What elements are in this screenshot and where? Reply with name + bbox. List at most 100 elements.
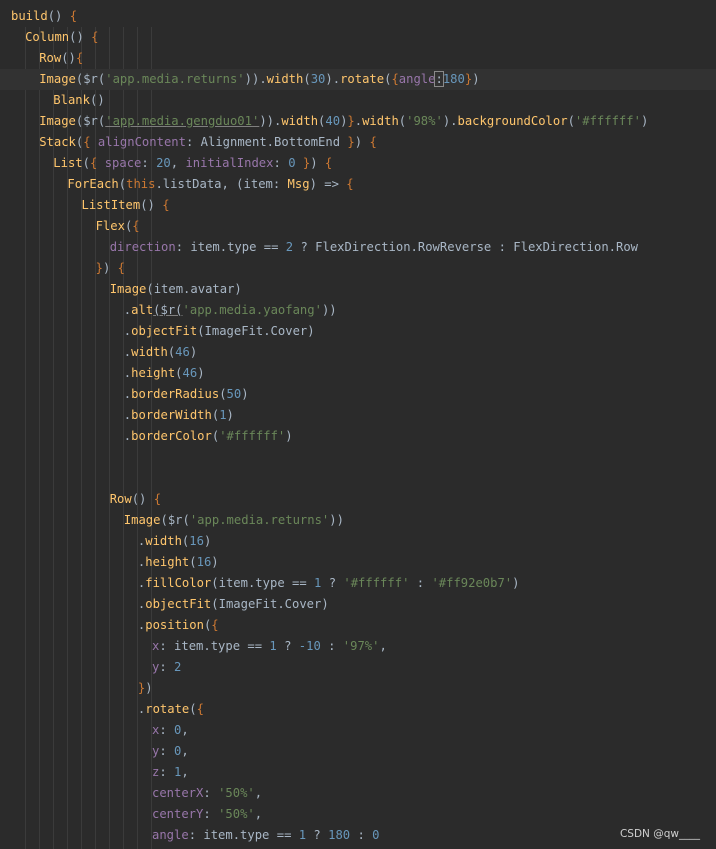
code-line: .position({ — [0, 615, 716, 636]
code-token: Blank — [53, 93, 90, 107]
code-token: backgroundColor — [457, 114, 568, 128]
code-token: )). — [259, 114, 282, 128]
code-token: { — [369, 135, 377, 149]
code-line: .width(46) — [0, 342, 716, 363]
code-line: ListItem() { — [0, 195, 716, 216]
code-line: Image($r('app.media.returns')).width(30)… — [0, 69, 716, 90]
code-token: ($r( — [160, 513, 190, 527]
code-token: , — [181, 744, 189, 758]
code-line: Stack({ alignContent: Alignment.BottomEn… — [0, 132, 716, 153]
code-token: Msg — [287, 177, 310, 191]
code-token: , — [181, 765, 189, 779]
code-line: Row(){ — [0, 48, 716, 69]
code-token: { — [211, 618, 219, 632]
code-line: .height(46) — [0, 363, 716, 384]
code-token: : — [159, 723, 175, 737]
code-line: .borderRadius(50) — [0, 384, 716, 405]
code-line: Blank() — [0, 90, 716, 111]
code-token: Row — [109, 492, 132, 506]
code-token: { — [324, 156, 333, 170]
code-token: )) — [321, 303, 337, 317]
code-token: width — [362, 114, 399, 128]
code-token: ) — [640, 114, 649, 128]
code-token: initialIndex — [185, 156, 274, 170]
code-token: , — [170, 156, 186, 170]
code-token: { — [346, 177, 354, 191]
code-token: rotate — [340, 72, 385, 86]
code-token: ? — [321, 576, 344, 590]
code-token: ( — [82, 156, 90, 170]
code-token: Image — [39, 72, 76, 86]
code-line: x: item.type == 1 ? -10 : '97%', — [0, 636, 716, 657]
code-token: ) — [226, 408, 234, 422]
code-token: (item.type == — [211, 576, 315, 590]
code-token: '50%' — [218, 786, 255, 800]
code-token: ). — [325, 72, 341, 86]
code-token: ) — [285, 429, 293, 443]
code-token: ( — [567, 114, 575, 128]
code-line: Image(item.avatar) — [0, 279, 716, 300]
code-token: ($r( — [75, 72, 106, 86]
code-token: { — [153, 492, 162, 506]
code-token: 50 — [226, 387, 242, 401]
code-line: .height(16) — [0, 552, 716, 573]
code-token: '50%' — [218, 807, 255, 821]
code-token: () — [47, 9, 70, 23]
code-token: ) — [102, 261, 118, 275]
code-token: { — [196, 702, 204, 716]
code-line: Row() { — [0, 489, 716, 510]
code-line: .borderColor('#ffffff') — [0, 426, 716, 447]
code-token: ). — [442, 114, 458, 128]
code-token: . — [354, 114, 363, 128]
code-token: } — [95, 261, 103, 275]
code-token: { — [132, 219, 140, 233]
code-line: Column() { — [0, 27, 716, 48]
code-token: ? — [306, 828, 329, 842]
code-line: Flex({ — [0, 216, 716, 237]
code-token: : — [159, 660, 175, 674]
code-line: .objectFit(ImageFit.Cover) — [0, 321, 716, 342]
code-token: ) — [241, 387, 249, 401]
code-line: }) { — [0, 258, 716, 279]
code-token: : item.type == — [188, 828, 299, 842]
code-token: 0 — [288, 156, 296, 170]
code-token: height — [145, 555, 190, 569]
code-token: centerY — [152, 807, 204, 821]
code-token: () — [131, 492, 154, 506]
code-token: , — [181, 723, 189, 737]
code-token: ( — [189, 555, 197, 569]
code-token: '#ff92e0b7' — [431, 576, 513, 590]
code-token: (item.avatar) — [146, 282, 242, 296]
code-token: build — [11, 9, 48, 23]
code-line: x: 0, — [0, 720, 716, 741]
code-token: Stack — [39, 135, 76, 149]
code-token: ) — [211, 555, 219, 569]
code-token: ForEach — [67, 177, 119, 191]
code-token: : — [159, 765, 175, 779]
code-line: z: 1, — [0, 762, 716, 783]
code-token: angle — [398, 72, 436, 86]
code-token: () — [140, 198, 163, 212]
code-token: centerX — [152, 786, 204, 800]
code-token: Image — [39, 114, 76, 128]
code-token: ? — [276, 639, 299, 653]
code-token: direction — [109, 240, 176, 254]
code-line: centerX: '50%', — [0, 783, 716, 804]
code-token: .listData, (item: — [155, 177, 288, 191]
code-token: 180 — [442, 72, 465, 86]
code-token: : — [434, 71, 444, 87]
code-token: width — [131, 345, 168, 359]
code-token: '#ffffff' — [219, 429, 286, 443]
code-token: 1 — [219, 408, 227, 422]
code-token: Column — [25, 30, 70, 44]
code-line: .rotate({ — [0, 699, 716, 720]
code-editor[interactable]: build() {Column() {Row(){Image($r('app.m… — [0, 0, 716, 849]
code-line: ForEach(this.listData, (item: Msg) => { — [0, 174, 716, 195]
watermark: CSDN @qw____ — [619, 828, 700, 840]
code-token: () — [61, 51, 76, 65]
code-token: 2 — [174, 660, 182, 674]
code-token: ) — [203, 534, 212, 548]
